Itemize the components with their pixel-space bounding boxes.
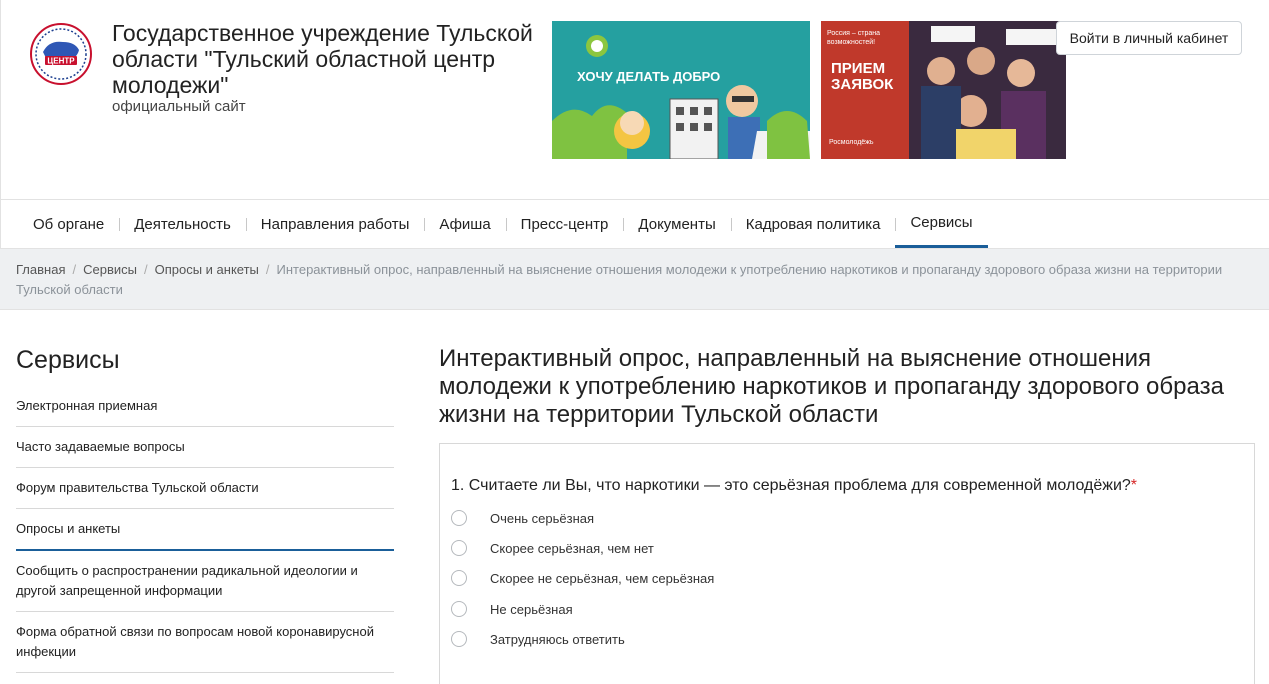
sidebar-item-report-radical[interactable]: Сообщить о распространении радикальной и… <box>16 551 394 612</box>
banner-applications[interactable]: Россия – страна возможностей! ПРИЕМ ЗАЯВ… <box>821 21 1066 159</box>
breadcrumb-separator: / <box>143 262 148 277</box>
option-very-serious[interactable]: Очень серьёзная <box>451 510 594 526</box>
banner-do-good[interactable]: ХОЧУ ДЕЛАТЬ ДОБРО <box>552 21 810 159</box>
option-not-serious[interactable]: Не серьёзная <box>451 601 573 617</box>
nav-item-services[interactable]: Сервисы <box>895 200 988 248</box>
svg-text:возможностей!: возможностей! <box>827 38 875 46</box>
sidebar-title: Сервисы <box>16 346 120 374</box>
nav-item-press[interactable]: Пресс-центр <box>505 200 624 248</box>
breadcrumb-home[interactable]: Главная <box>16 262 65 277</box>
nav-item-directions[interactable]: Направления работы <box>245 200 425 248</box>
survey-form: 1. Считаете ли Вы, что наркотики — это с… <box>439 443 1255 684</box>
sidebar-item-forum[interactable]: Форум правительства Тульской области <box>16 468 394 509</box>
radio-button[interactable] <box>451 631 467 647</box>
radio-button[interactable] <box>451 570 467 586</box>
breadcrumb-services[interactable]: Сервисы <box>83 262 137 277</box>
option-hard-to-say[interactable]: Затрудняюсь ответить <box>451 631 625 647</box>
radio-button[interactable] <box>451 540 467 556</box>
option-label: Затрудняюсь ответить <box>490 631 625 647</box>
breadcrumb-separator: / <box>265 262 270 277</box>
org-title[interactable]: Государственное учреждение Тульской обла… <box>112 20 552 98</box>
breadcrumb-surveys[interactable]: Опросы и анкеты <box>155 262 259 277</box>
sidebar-item-covid-feedback[interactable]: Форма обратной связи по вопросам новой к… <box>16 612 394 673</box>
sidebar-menu: Электронная приемная Часто задаваемые во… <box>16 386 394 673</box>
svg-text:Россия – страна: Россия – страна <box>827 30 880 37</box>
svg-text:ПРИЕМ: ПРИЕМ <box>831 60 885 77</box>
option-label: Не серьёзная <box>490 601 573 617</box>
option-rather-serious[interactable]: Скорее серьёзная, чем нет <box>451 540 654 556</box>
logo-text: ЦЕНТР <box>47 57 75 66</box>
site-header: ЦЕНТР Государственное учреждение Тульско… <box>0 0 1269 199</box>
nav-item-documents[interactable]: Документы <box>623 200 730 248</box>
nav-item-about[interactable]: Об органе <box>18 200 119 248</box>
sidebar-item-faq[interactable]: Часто задаваемые вопросы <box>16 427 394 468</box>
option-rather-not-serious[interactable]: Скорее не серьёзная, чем серьёзная <box>451 570 714 586</box>
sidebar-item-e-reception[interactable]: Электронная приемная <box>16 386 394 427</box>
required-mark: * <box>1130 477 1138 494</box>
breadcrumb: Главная / Сервисы / Опросы и анкеты / Интеракт… <box>0 248 1269 310</box>
nav-item-activity[interactable]: Деятельность <box>119 200 246 248</box>
login-button[interactable]: Войти в личный кабинет <box>1056 21 1242 55</box>
question-1: 1. Считаете ли Вы, что наркотики — это с… <box>451 477 1137 495</box>
banner1-text: ХОЧУ ДЕЛАТЬ ДОБРО <box>577 69 720 84</box>
option-label: Скорее не серьёзная, чем серьёзная <box>490 570 715 586</box>
page-title: Интерактивный опрос, направленный на выя… <box>439 345 1224 428</box>
svg-text:ЗАЯВОК: ЗАЯВОК <box>831 76 894 93</box>
radio-button[interactable] <box>451 601 467 617</box>
nav-item-events[interactable]: Афиша <box>424 200 505 248</box>
question-1-text: 1. Считаете ли Вы, что наркотики — это с… <box>451 477 1131 494</box>
radio-button[interactable] <box>451 510 467 526</box>
nav-item-hr[interactable]: Кадровая политика <box>730 200 896 248</box>
org-subtitle: официальный сайт <box>112 98 246 115</box>
option-label: Очень серьёзная <box>490 510 595 526</box>
option-label: Скорее серьёзная, чем нет <box>490 540 654 556</box>
main-nav: Об органе Деятельность Направления работ… <box>0 199 1269 248</box>
breadcrumb-separator: / <box>72 262 77 277</box>
sidebar-item-surveys[interactable]: Опросы и анкеты <box>16 509 394 551</box>
site-logo[interactable]: ЦЕНТР <box>29 22 93 86</box>
banner2-footer: Росмолодёжь <box>829 139 874 146</box>
